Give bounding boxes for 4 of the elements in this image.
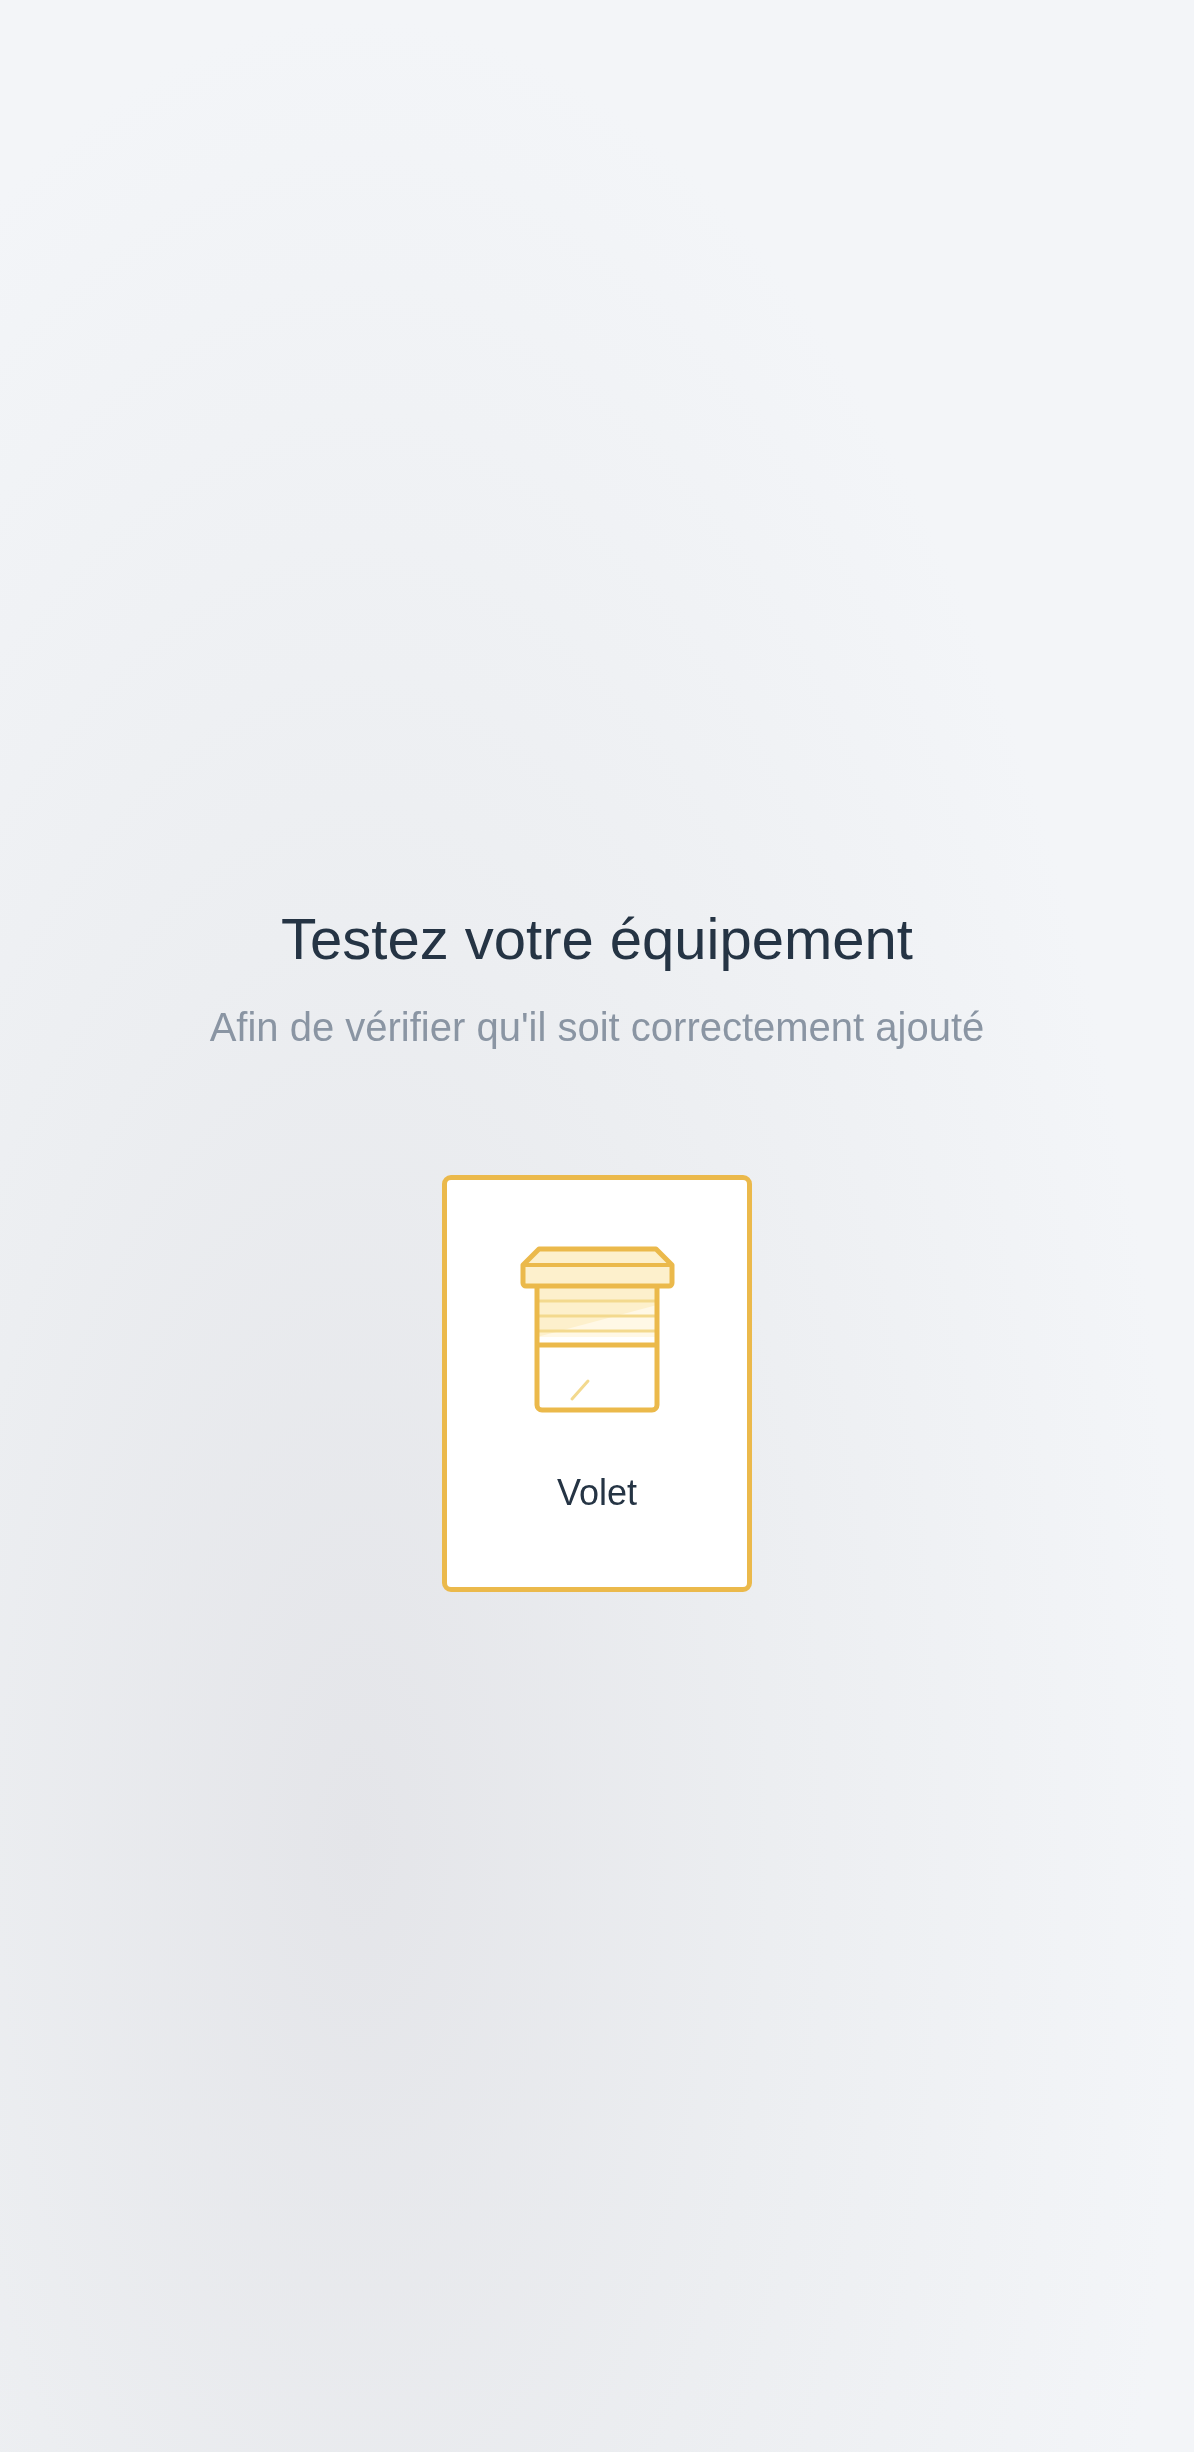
page-subtitle: Afin de vérifier qu'il soit correctement ajouté <box>209 1004 985 1051</box>
page-title: Testez votre équipement <box>281 905 913 973</box>
device-card[interactable]: Volet <box>442 1175 752 1592</box>
window-shutter-icon <box>518 1245 676 1413</box>
